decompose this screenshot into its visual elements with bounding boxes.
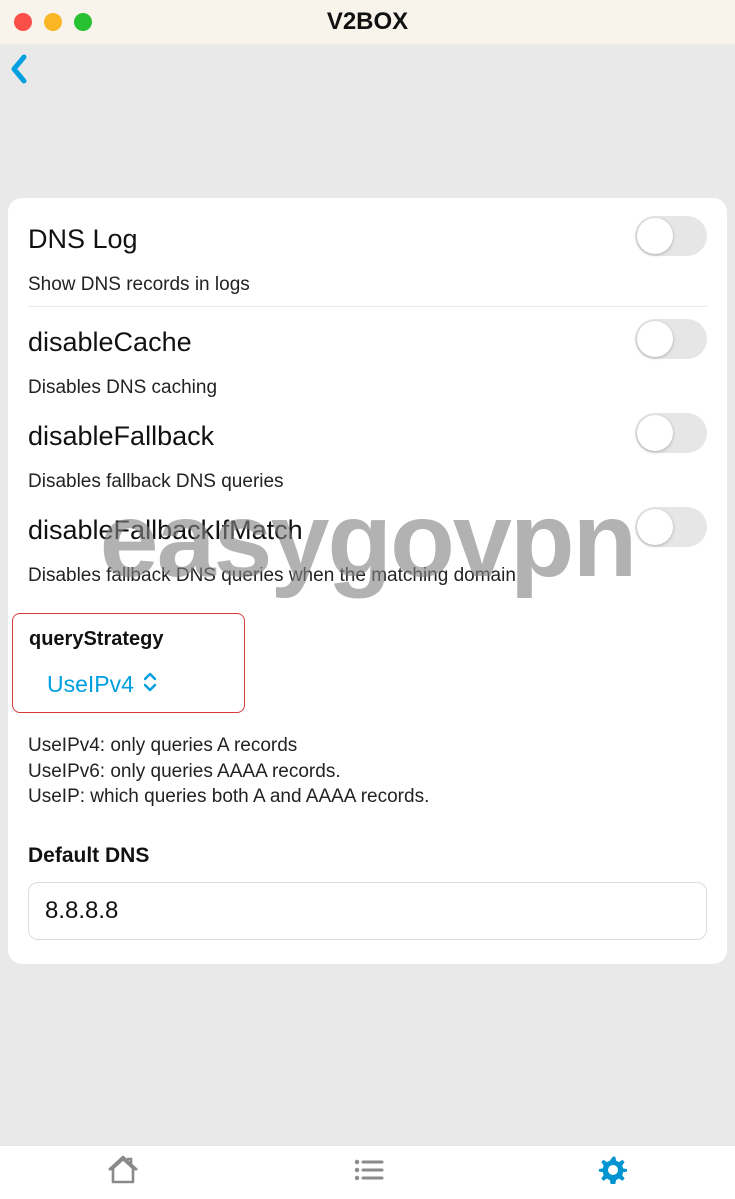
default-dns-label: Default DNS [28, 844, 707, 868]
dns-log-toggle[interactable] [635, 216, 707, 256]
disable-fallback-toggle[interactable] [635, 413, 707, 453]
query-strategy-select[interactable]: UseIPv4 [47, 671, 164, 698]
disable-fallback-row: disableFallback [28, 413, 707, 453]
app-title: V2BOX [0, 8, 735, 36]
chevron-up-down-icon [142, 672, 158, 697]
window-controls [0, 13, 92, 31]
disable-cache-title: disableCache [28, 327, 192, 358]
disable-cache-toggle[interactable] [635, 319, 707, 359]
settings-tab[interactable] [595, 1152, 631, 1193]
disable-fallback-desc: Disables fallback DNS queries [28, 471, 707, 493]
tab-bar [0, 1145, 735, 1199]
query-strategy-section: queryStrategy UseIPv4 [12, 613, 245, 713]
disable-fallback-if-match-toggle[interactable] [635, 507, 707, 547]
minimize-window-button[interactable] [44, 13, 62, 31]
help-line: UseIPv6: only queries AAAA records. [28, 759, 707, 785]
maximize-window-button[interactable] [74, 13, 92, 31]
close-window-button[interactable] [14, 13, 32, 31]
titlebar: V2BOX [0, 0, 735, 44]
home-tab[interactable] [105, 1152, 141, 1193]
disable-fallback-if-match-desc: Disables fallback DNS queries when the m… [28, 565, 707, 587]
dns-log-title: DNS Log [28, 224, 138, 255]
settings-card: DNS Log Show DNS records in logs disable… [8, 198, 727, 964]
disable-cache-desc: Disables DNS caching [28, 377, 707, 399]
query-strategy-value: UseIPv4 [47, 671, 134, 698]
dns-log-row: DNS Log [28, 216, 707, 256]
help-line: UseIP: which queries both A and AAAA rec… [28, 784, 707, 810]
back-button[interactable] [8, 53, 30, 90]
nav-bar [0, 44, 735, 98]
disable-fallback-if-match-row: disableFallbackIfMatch [28, 507, 707, 547]
help-line: UseIPv4: only queries A records [28, 733, 707, 759]
divider [28, 306, 707, 307]
query-strategy-label: queryStrategy [29, 628, 164, 651]
disable-cache-row: disableCache [28, 319, 707, 359]
disable-fallback-if-match-title: disableFallbackIfMatch [28, 515, 303, 546]
query-strategy-help: UseIPv4: only queries A records UseIPv6:… [28, 733, 707, 810]
disable-fallback-title: disableFallback [28, 421, 214, 452]
default-dns-input[interactable] [28, 882, 707, 940]
list-tab[interactable] [350, 1152, 386, 1193]
dns-log-desc: Show DNS records in logs [28, 274, 707, 296]
